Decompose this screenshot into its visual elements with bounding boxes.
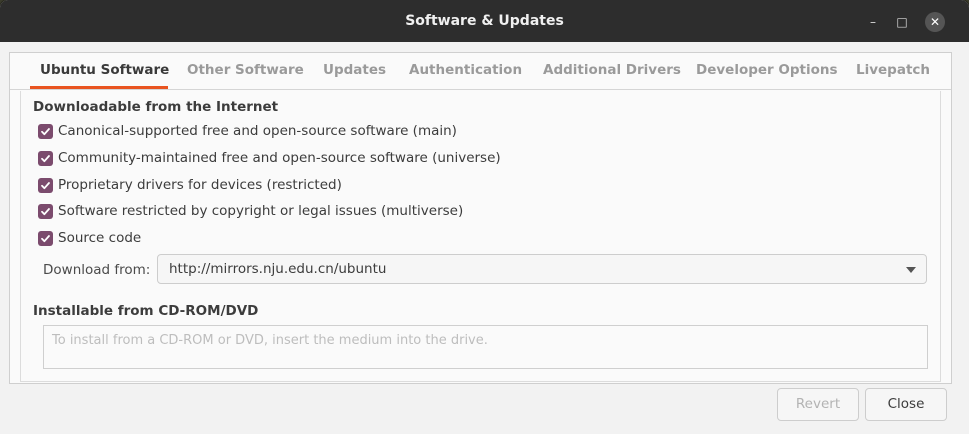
revert-button[interactable]: Revert <box>777 388 859 421</box>
option-label: Software restricted by copyright or lega… <box>58 203 464 219</box>
option-label: Canonical-supported free and open-source… <box>58 123 457 139</box>
option-label: Community-maintained free and open-sourc… <box>58 150 501 166</box>
checkbox-checked-icon[interactable] <box>38 177 53 193</box>
download-server-combo[interactable]: http://mirrors.nju.edu.cn/ubuntu <box>157 254 927 284</box>
maximize-icon[interactable]: □ <box>893 13 911 31</box>
tab-authentication[interactable]: Authentication <box>409 62 522 78</box>
option-restricted[interactable]: Proprietary drivers for devices (restric… <box>38 176 342 194</box>
software-updates-window: Software & Updates – □ ✕ Ubuntu Software… <box>0 0 969 434</box>
tab-bar: Ubuntu Software Other Software Updates A… <box>10 53 951 90</box>
tab-livepatch[interactable]: Livepatch <box>856 62 930 78</box>
download-from-label: Download from: <box>43 262 151 278</box>
minimize-icon[interactable]: – <box>864 13 882 31</box>
checkbox-checked-icon[interactable] <box>38 150 53 166</box>
close-button[interactable]: Close <box>865 388 947 421</box>
download-server-value: http://mirrors.nju.edu.cn/ubuntu <box>169 261 387 277</box>
cdrom-placeholder-text: To install from a CD-ROM or DVD, insert … <box>52 333 488 348</box>
tab-ubuntu-software[interactable]: Ubuntu Software <box>40 62 169 78</box>
option-source-code[interactable]: Source code <box>38 229 141 247</box>
tab-additional-drivers[interactable]: Additional Drivers <box>543 62 681 78</box>
title-bar[interactable]: Software & Updates – □ ✕ <box>0 0 969 42</box>
checkbox-checked-icon[interactable] <box>38 123 53 139</box>
option-universe[interactable]: Community-maintained free and open-sourc… <box>38 149 501 167</box>
option-multiverse[interactable]: Software restricted by copyright or lega… <box>38 202 463 220</box>
active-tab-indicator <box>30 86 168 89</box>
window-title: Software & Updates <box>405 13 564 29</box>
option-label: Source code <box>58 230 142 246</box>
tab-developer-options[interactable]: Developer Options <box>696 62 838 78</box>
cdrom-list[interactable]: To install from a CD-ROM or DVD, insert … <box>43 325 928 369</box>
close-window-icon[interactable]: ✕ <box>925 12 945 32</box>
checkbox-checked-icon[interactable] <box>38 203 53 219</box>
internet-section-heading: Downloadable from the Internet <box>33 99 279 115</box>
checkbox-checked-icon[interactable] <box>38 230 53 246</box>
tab-other-software[interactable]: Other Software <box>187 62 304 78</box>
option-label: Proprietary drivers for devices (restric… <box>58 177 342 193</box>
dropdown-arrow-icon[interactable] <box>906 267 916 273</box>
tab-updates[interactable]: Updates <box>323 62 386 78</box>
option-main[interactable]: Canonical-supported free and open-source… <box>38 122 457 140</box>
cdrom-section-heading: Installable from CD-ROM/DVD <box>33 303 259 319</box>
